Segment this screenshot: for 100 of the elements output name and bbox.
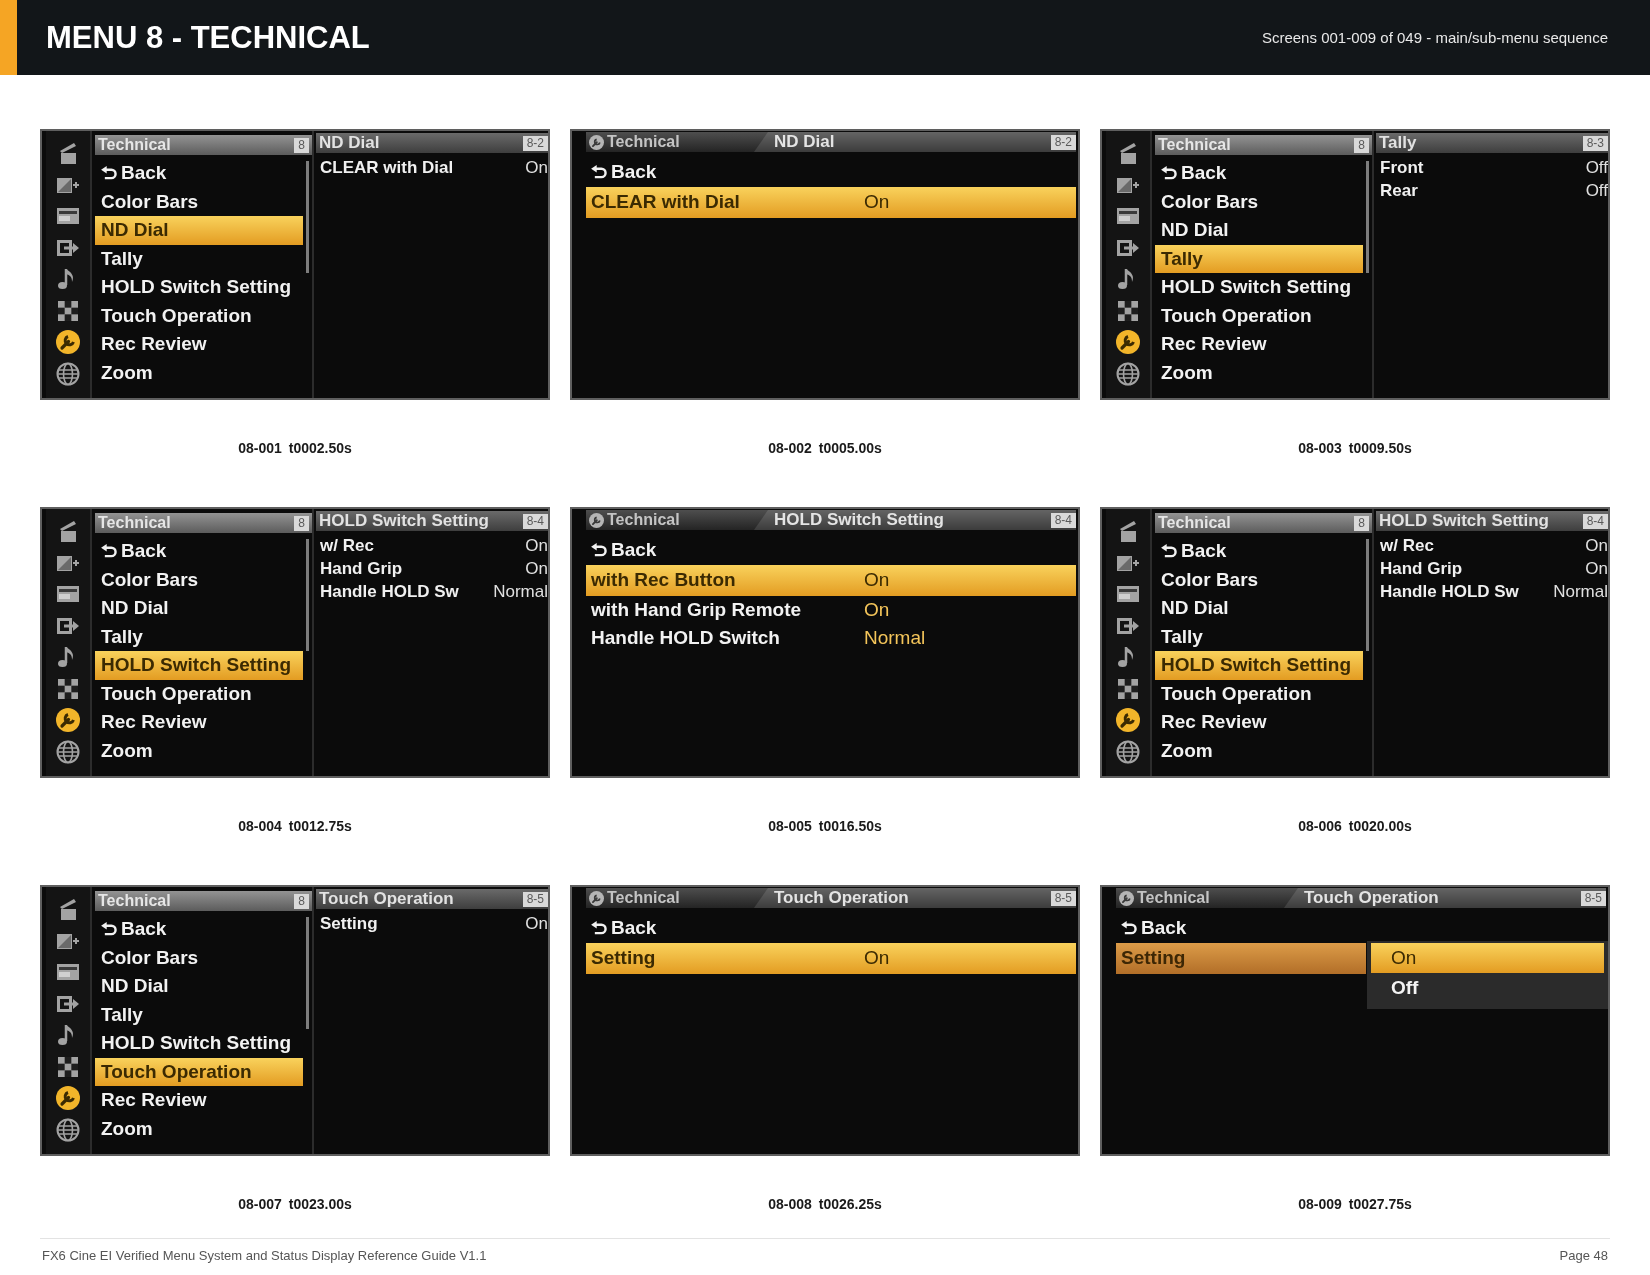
setting-label: Setting	[320, 913, 378, 934]
wrench-icon[interactable]	[1116, 330, 1140, 355]
menu-item[interactable]: Setting	[1116, 942, 1366, 974]
popup-option[interactable]: On	[1371, 943, 1604, 973]
menu-item[interactable]: Back	[95, 915, 303, 944]
wrench-icon[interactable]	[56, 708, 80, 733]
menu-item[interactable]: Color Bars	[95, 187, 303, 216]
menu-item[interactable]: ND Dial	[1155, 216, 1363, 245]
menu-item[interactable]: HOLD Switch Setting	[95, 651, 303, 680]
menu-item[interactable]: Tally	[95, 244, 303, 273]
timestamp: t0020.00s	[1348, 819, 1412, 834]
breadcrumb-label: Technical	[607, 511, 680, 529]
menu-title: Technical	[98, 136, 171, 154]
globe-icon[interactable]	[1116, 739, 1140, 764]
menu-item[interactable]: ND Dial	[95, 594, 303, 623]
menu-item[interactable]: Tally	[95, 1000, 303, 1029]
menu-item[interactable]: Rec Review	[95, 330, 303, 359]
wrench-icon	[1119, 890, 1134, 906]
wrench-icon[interactable]	[56, 1086, 80, 1111]
menu-item[interactable]: Touch Operation	[95, 679, 303, 708]
menu-item[interactable]: Tally	[95, 622, 303, 651]
menu-item[interactable]: Back	[1155, 537, 1363, 566]
page-number-badge: 8-3	[1582, 135, 1608, 151]
globe-icon[interactable]	[56, 361, 80, 386]
checker-icon[interactable]	[56, 676, 80, 701]
page-number-badge: 8-4	[1582, 513, 1608, 529]
menu-item[interactable]: Back	[1155, 159, 1363, 188]
timestamp: t0016.50s	[818, 819, 882, 834]
menu-item[interactable]: Rec Review	[95, 708, 303, 737]
page-number-badge: 8-4	[1050, 512, 1076, 528]
breadcrumb-label: Technical	[607, 133, 680, 151]
checker-icon[interactable]	[56, 298, 80, 323]
setting-value: On	[1585, 558, 1608, 579]
footer-text: FX6 Cine EI Verified Menu System and Status Display Reference Guide V1.1	[42, 1248, 487, 1263]
menu-item[interactable]: Back	[1116, 914, 1606, 943]
page-number-badge: 8-2	[1050, 134, 1076, 150]
menu-item[interactable]: Zoom	[1155, 358, 1363, 387]
menu-item[interactable]: Back	[586, 536, 1076, 565]
menu-item[interactable]: Touch Operation	[1155, 301, 1363, 330]
menu-item[interactable]: Color Bars	[95, 565, 303, 594]
globe-icon[interactable]	[1116, 361, 1140, 386]
menu-item[interactable]: Color Bars	[1155, 187, 1363, 216]
menu-item[interactable]: Rec Review	[1155, 330, 1363, 359]
menu-item[interactable]: Tally	[1155, 244, 1363, 273]
panel-title: HOLD Switch Setting	[1379, 511, 1549, 531]
screen-title: ND Dial	[774, 132, 835, 152]
page-title: MENU 8 - TECHNICAL	[46, 19, 370, 56]
menu-item[interactable]: Touch Operation	[95, 301, 303, 330]
menu-item[interactable]: Color Bars	[95, 943, 303, 972]
menu-item[interactable]: Touch Operation	[1155, 679, 1363, 708]
screen-title: Touch Operation	[1304, 888, 1439, 908]
menu-item[interactable]: with Hand Grip Remote On	[586, 595, 1076, 624]
menu-item[interactable]: Tally	[1155, 622, 1363, 651]
menu-item[interactable]: ND Dial	[1155, 594, 1363, 623]
page-subtitle: Screens 001-009 of 049 - main/sub-menu sequence	[1261, 29, 1608, 46]
page-number-badge: 8-5	[522, 891, 548, 907]
panel-title: HOLD Switch Setting	[319, 511, 489, 531]
menu-item[interactable]: HOLD Switch Setting	[1155, 273, 1363, 302]
menu-item[interactable]: Color Bars	[1155, 565, 1363, 594]
menu-item[interactable]: Zoom	[95, 736, 303, 765]
popup-option[interactable]: Off	[1371, 973, 1604, 1003]
wrench-icon[interactable]	[56, 330, 80, 355]
menu-item[interactable]: Zoom	[95, 358, 303, 387]
page-number-badge: 8-5	[1580, 890, 1606, 906]
globe-icon[interactable]	[56, 739, 80, 764]
menu-item[interactable]: Rec Review	[95, 1086, 303, 1115]
checker-icon[interactable]	[56, 1054, 80, 1079]
menu-item[interactable]: Touch Operation	[95, 1057, 303, 1086]
menu-item[interactable]: ND Dial	[95, 972, 303, 1001]
setting-label: Handle HOLD Sw	[320, 581, 459, 602]
back-arrow-icon	[591, 921, 608, 936]
menu-item[interactable]: ND Dial	[95, 216, 303, 245]
menu-item[interactable]: with Rec Button On	[586, 564, 1076, 596]
menu-item[interactable]: Back	[95, 159, 303, 188]
menu-title: Technical	[1158, 514, 1231, 532]
page-number-badge: 8-2	[522, 135, 548, 151]
panel-title: ND Dial	[319, 133, 380, 153]
checker-icon[interactable]	[1116, 676, 1140, 701]
menu-item[interactable]: CLEAR with Dial On	[586, 186, 1076, 218]
setting-value: Normal	[1553, 581, 1608, 602]
wrench-icon[interactable]	[1116, 708, 1140, 733]
checker-icon[interactable]	[1116, 298, 1140, 323]
menu-item[interactable]: HOLD Switch Setting	[1155, 651, 1363, 680]
screen-id: 08-001	[238, 441, 282, 456]
setting-label: Hand Grip	[320, 558, 403, 579]
menu-item[interactable]: Zoom	[1155, 736, 1363, 765]
menu-item[interactable]: Handle HOLD Switch Normal	[586, 624, 1076, 653]
menu-item[interactable]: Back	[586, 914, 1076, 943]
timestamp: t0005.00s	[818, 441, 882, 456]
setting-label: Handle HOLD Sw	[1380, 581, 1519, 602]
menu-item[interactable]: HOLD Switch Setting	[95, 1029, 303, 1058]
menu-item[interactable]: HOLD Switch Setting	[95, 273, 303, 302]
wrench-icon	[589, 134, 604, 150]
menu-item[interactable]: Rec Review	[1155, 708, 1363, 737]
globe-icon[interactable]	[56, 1117, 80, 1142]
menu-item[interactable]: Back	[95, 537, 303, 566]
timestamp: t0023.00s	[288, 1197, 352, 1212]
menu-item[interactable]: Setting On	[586, 942, 1076, 974]
menu-item[interactable]: Back	[586, 158, 1076, 187]
menu-item[interactable]: Zoom	[95, 1114, 303, 1143]
